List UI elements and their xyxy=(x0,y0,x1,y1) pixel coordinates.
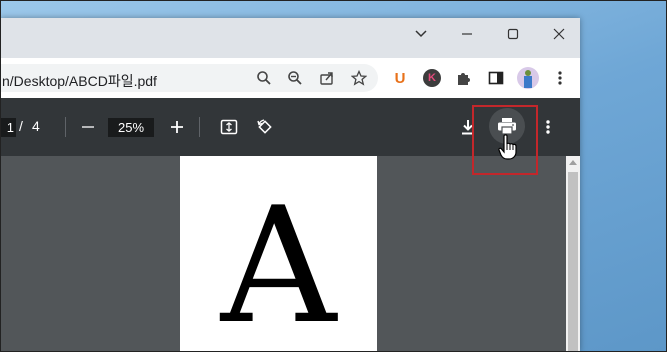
extension-u-icon[interactable]: U xyxy=(388,66,412,90)
scrollbar-thumb[interactable] xyxy=(568,172,578,352)
pdf-viewer: A xyxy=(0,156,580,352)
page-number-input[interactable]: 1 xyxy=(0,118,16,137)
total-pages: 4 xyxy=(32,118,40,134)
url-text[interactable]: n/Desktop/ABCD파일.pdf xyxy=(2,71,157,91)
pdf-page: A xyxy=(180,156,377,352)
page-content-letter: A xyxy=(220,172,337,352)
zoom-level-input[interactable]: 25% xyxy=(108,118,154,137)
browser-window: n/Desktop/ABCD파일.pdf U K 1 / 4 25% A xyxy=(0,18,580,352)
maximize-icon xyxy=(507,28,519,40)
rotate-icon[interactable] xyxy=(252,115,276,139)
extension-u-label: U xyxy=(394,69,406,87)
vertical-scrollbar[interactable] xyxy=(566,156,580,352)
minimize-icon xyxy=(462,33,472,35)
omnibox[interactable]: n/Desktop/ABCD파일.pdf xyxy=(0,64,378,92)
toolbar-divider xyxy=(65,117,66,137)
bookmark-star-icon[interactable] xyxy=(347,66,371,90)
share-icon[interactable] xyxy=(315,66,339,90)
chevron-down-icon xyxy=(415,30,427,38)
pdf-more-options-icon[interactable] xyxy=(536,115,560,139)
fit-to-page-icon[interactable] xyxy=(217,115,241,139)
search-icon[interactable] xyxy=(252,66,276,90)
tab-search-button[interactable] xyxy=(398,18,444,50)
maximize-button[interactable] xyxy=(490,18,536,50)
zoom-in-button[interactable] xyxy=(165,115,189,139)
extensions-puzzle-icon[interactable] xyxy=(452,66,476,90)
profile-avatar[interactable] xyxy=(516,66,540,90)
close-icon xyxy=(553,28,565,40)
close-button[interactable] xyxy=(536,18,580,50)
zoom-out-button[interactable] xyxy=(76,115,100,139)
page-separator: / xyxy=(19,118,23,134)
minimize-button[interactable] xyxy=(444,18,490,50)
current-page: 1 xyxy=(6,120,14,135)
hand-pointer-cursor-icon xyxy=(498,134,517,160)
zoom-out-icon[interactable] xyxy=(283,66,307,90)
zoom-level: 25% xyxy=(117,120,145,135)
address-bar: n/Desktop/ABCD파일.pdf U K xyxy=(0,58,580,98)
title-bar xyxy=(0,18,580,58)
side-panel-icon[interactable] xyxy=(484,66,508,90)
extension-k-icon[interactable]: K xyxy=(420,66,444,90)
chrome-menu-icon[interactable] xyxy=(548,66,572,90)
scroll-up-arrow-icon[interactable] xyxy=(569,159,577,165)
extension-k-label: K xyxy=(428,72,436,84)
toolbar-divider xyxy=(199,117,200,137)
